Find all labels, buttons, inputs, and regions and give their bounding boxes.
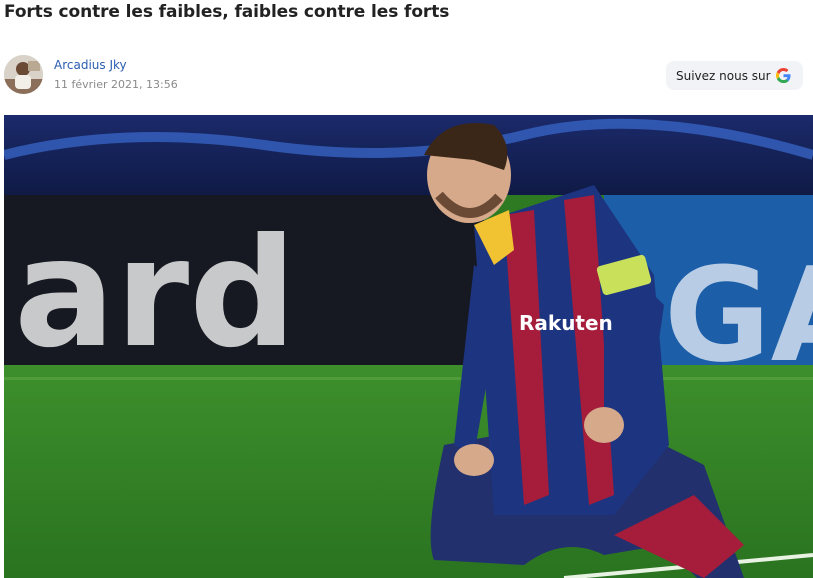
article-title: Forts contre les faibles, faibles contre… [4,2,450,22]
google-icon [775,68,791,83]
author-name-link[interactable]: Arcadius Jky [54,58,127,72]
follow-google-button[interactable]: Suivez nous sur [666,61,803,90]
svg-text:Rakuten: Rakuten [519,311,613,335]
article-hero-image: ard GA Rakuten [4,115,813,578]
follow-label: Suivez nous sur [676,68,771,83]
author-avatar[interactable] [4,55,43,94]
svg-text:ard: ard [14,207,297,381]
publish-date: 11 février 2021, 13:56 [54,78,178,91]
